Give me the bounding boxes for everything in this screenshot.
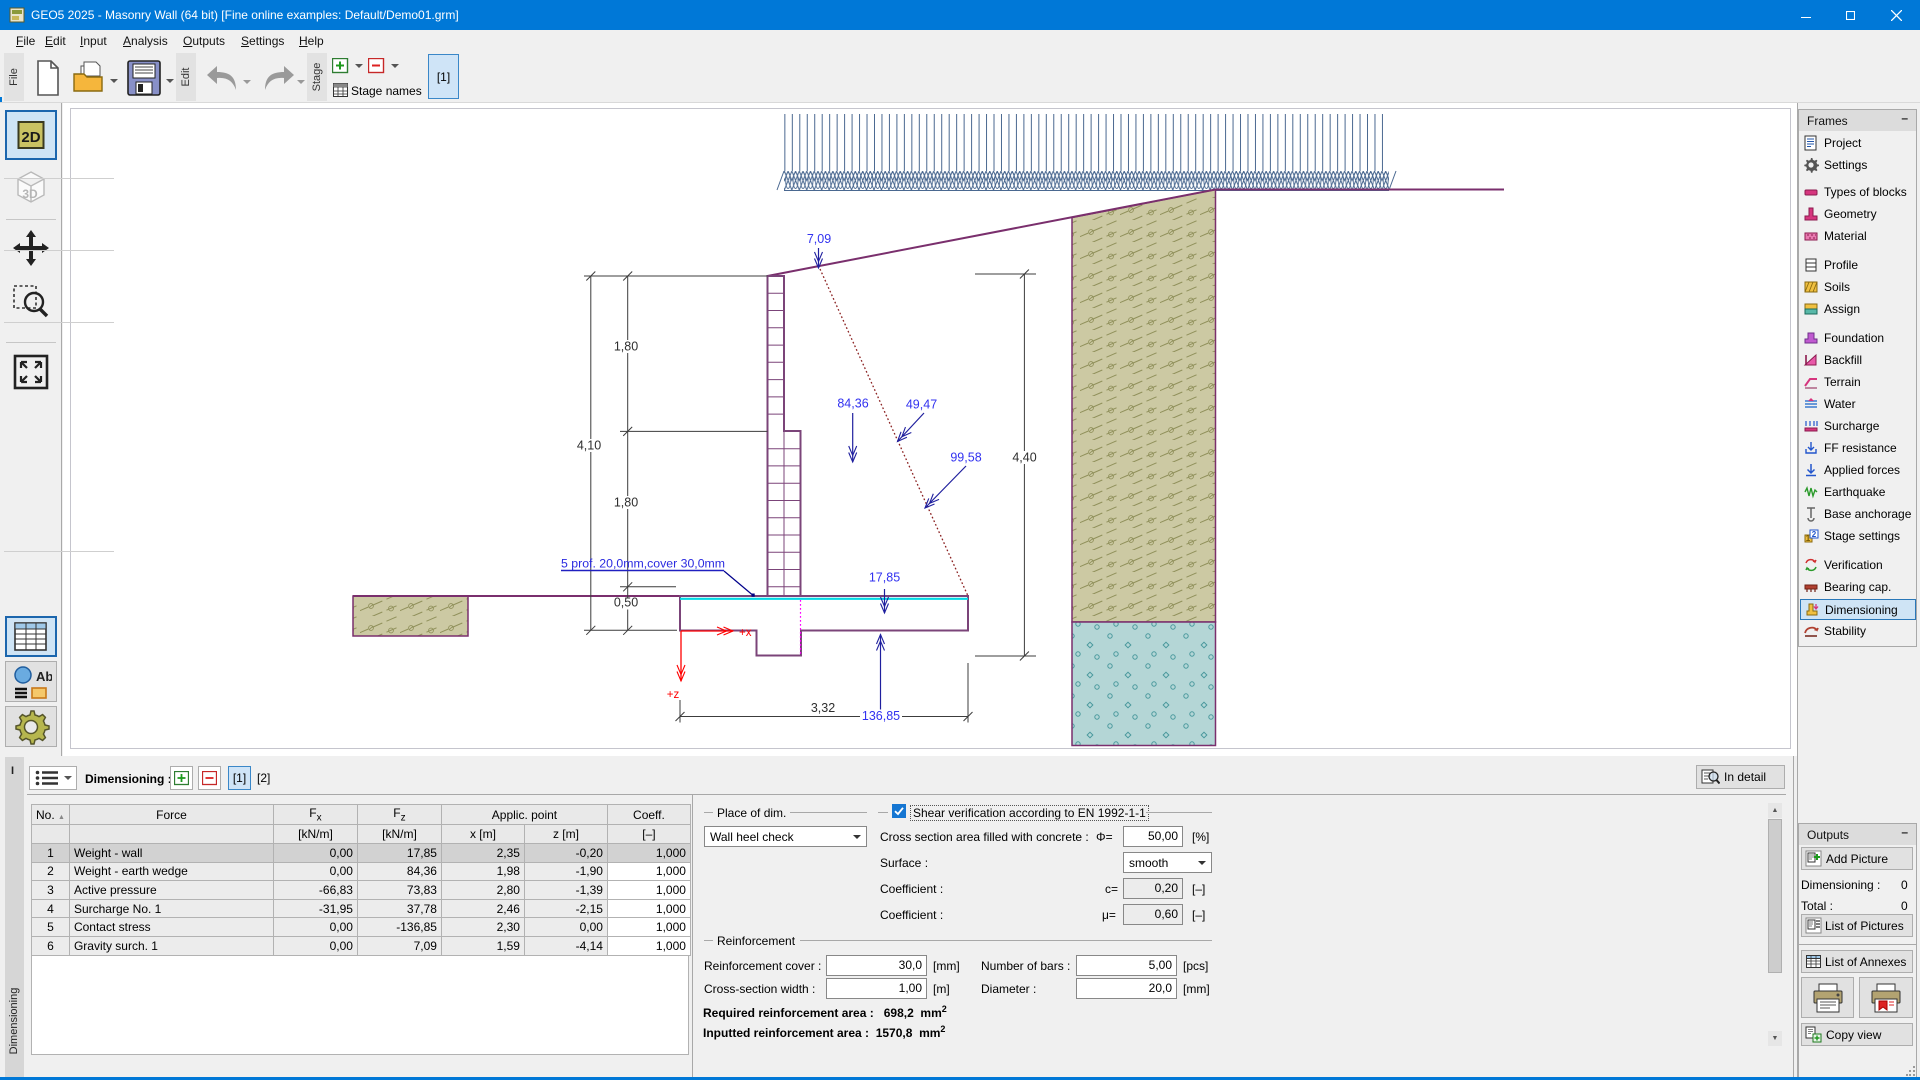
svg-text:2: 2: [1812, 530, 1817, 539]
svg-text:3D: 3D: [22, 187, 38, 201]
svg-text:1: 1: [1806, 534, 1811, 543]
svg-text:2D: 2D: [21, 129, 40, 146]
svg-text:Ab: Ab: [36, 669, 52, 684]
